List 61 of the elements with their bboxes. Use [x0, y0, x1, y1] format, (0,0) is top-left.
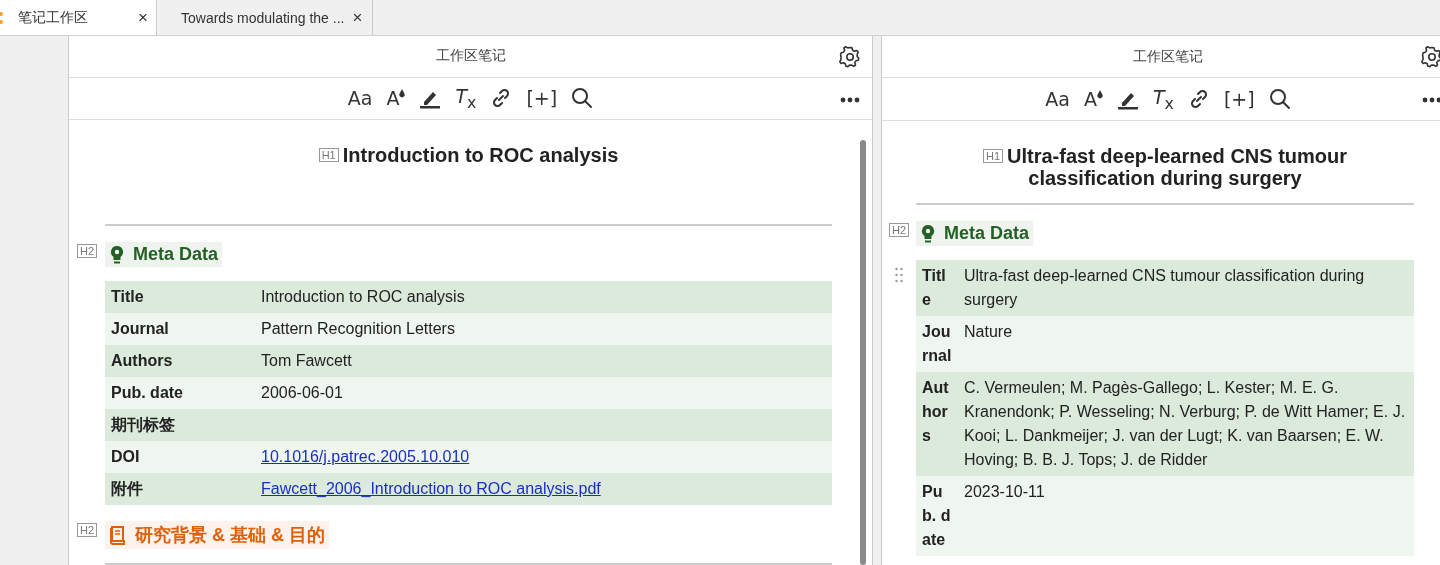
insert-button[interactable]: [+]	[526, 87, 558, 110]
table-cell: Journal	[916, 316, 958, 372]
table-cell: Introduction to ROC analysis	[255, 281, 832, 313]
table-cell: 2023-10-11	[958, 476, 1414, 556]
more-icon[interactable]	[840, 96, 860, 103]
table-cell: 期刊标签	[105, 409, 255, 441]
heading-level-tag: H1	[982, 149, 1003, 163]
lightbulb-icon	[920, 223, 936, 244]
search-icon[interactable]	[571, 87, 594, 110]
table-cell: Tom Fawcett	[255, 345, 832, 377]
settings-icon[interactable]	[1420, 45, 1440, 69]
table-cell: Title	[916, 260, 958, 316]
table-cell: Pattern Recognition Letters	[255, 313, 832, 345]
tab[interactable]: Towards modulating the ... ×	[157, 0, 374, 35]
more-icon[interactable]	[1422, 97, 1440, 103]
heading-level-tag: H2	[77, 523, 98, 537]
table-cell: Authors	[916, 372, 958, 476]
scrollbar[interactable]	[860, 140, 866, 565]
clear-format-button[interactable]: T$_{x}$	[455, 84, 477, 112]
table-cell: Authors	[105, 345, 255, 377]
font-color-button[interactable]: A	[386, 87, 406, 110]
tab-label: Towards modulating the ...	[181, 9, 345, 26]
table-cell: Ultra-fast deep-learned CNS tumour classification during surgery	[958, 260, 1414, 316]
dots-icon	[0, 10, 6, 25]
settings-icon[interactable]	[838, 45, 862, 69]
close-icon[interactable]: ×	[352, 7, 363, 28]
link[interactable]: Fawcett_2006_Introduction to ROC analysis.pdf	[261, 480, 601, 497]
font-color-button[interactable]: A	[1083, 88, 1103, 110]
section-heading: 研究背景 & 基础 & 目的	[105, 521, 329, 549]
link[interactable]: 10.1016/j.patrec.2005.10.010	[261, 448, 470, 465]
table-cell: Nature	[958, 316, 1414, 372]
document-title: Introduction to ROC analysis	[342, 144, 619, 166]
search-icon[interactable]	[1268, 88, 1291, 110]
table-cell: Journal	[105, 313, 255, 345]
table-cell: C. Vermeulen; M. Pagès-Gallego; L. Kester; M. E. G. Kranendonk; P. Wesseling; N. Verburg; P. de Witt Hamer; E. J. Kooi; L. Dankmeijer; J. van der Lugt; K. van Baarsen; E. W. Hoving; B. B. J. Tops; J. de Ridder	[958, 372, 1414, 476]
lightbulb-icon	[109, 244, 125, 265]
clear-format-button[interactable]: T$_{x}$	[1152, 85, 1174, 113]
table-cell: Pub. date	[916, 476, 958, 556]
font-size-button[interactable]: Aa	[347, 87, 373, 110]
table-cell: Pub. date	[105, 377, 255, 409]
font-size-button[interactable]: Aa	[1045, 88, 1070, 110]
drop-icon	[399, 89, 406, 99]
table-cell: Title	[105, 281, 255, 313]
document-title: Ultra-fast deep-learned CNS tumour classification during surgery	[1007, 145, 1348, 189]
pane-title: 工作区笔记	[1133, 47, 1203, 66]
drop-icon	[1096, 90, 1103, 99]
insert-button[interactable]: [+]	[1223, 88, 1255, 110]
pane-title: 工作区笔记	[435, 47, 506, 66]
table-cell: 2006-06-01	[255, 377, 832, 409]
heading-level-tag: H1	[318, 148, 339, 162]
drag-handle-icon[interactable]	[895, 267, 903, 283]
tab[interactable]: 笔记工作区 ×	[0, 0, 157, 35]
table-cell: DOI	[105, 441, 255, 473]
heading-level-tag: H2	[889, 223, 910, 237]
table-cell: 附件	[105, 473, 255, 505]
close-icon[interactable]: ×	[138, 7, 148, 28]
book-icon	[109, 525, 127, 545]
heading-level-tag: H2	[77, 244, 98, 258]
tab-label: 笔记工作区	[18, 8, 89, 27]
section-heading: Meta Data	[916, 221, 1034, 246]
section-heading: Meta Data	[105, 242, 223, 267]
